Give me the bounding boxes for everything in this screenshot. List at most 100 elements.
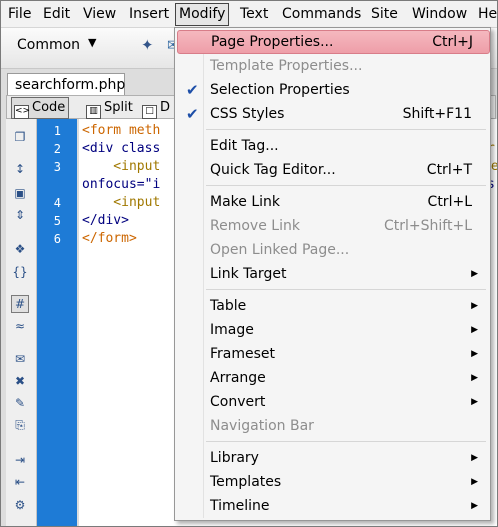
line-numbers-icon[interactable]: # xyxy=(11,295,29,313)
menu-item-shortcut: Ctrl+J xyxy=(432,34,473,50)
menu-item-table[interactable]: Table ▶ xyxy=(177,294,488,318)
design-view-icon: □ xyxy=(142,105,157,119)
menu-item-templates[interactable]: Templates ▶ xyxy=(177,470,488,494)
menu-item-edit-tag[interactable]: Edit Tag... xyxy=(177,134,488,158)
submenu-arrow-icon: ▶ xyxy=(471,397,478,407)
select-parent-tag-icon[interactable]: ❖ xyxy=(12,241,28,257)
balance-braces-icon[interactable]: {} xyxy=(12,264,28,280)
code-line[interactable]: <form meth xyxy=(82,122,160,140)
menu-item-navigation-bar[interactable]: Navigation Bar xyxy=(177,414,488,438)
code-line[interactable]: <input xyxy=(82,194,160,212)
submenu-arrow-icon: ▶ xyxy=(471,501,478,511)
menu-item-arrange[interactable]: Arrange ▶ xyxy=(177,366,488,390)
menu-separator xyxy=(206,441,486,442)
menu-file[interactable]: File xyxy=(5,4,34,25)
collapse-tag-icon[interactable]: ↕ xyxy=(12,161,28,177)
coding-toolbar: ❐ ↕ ▣ ⇕ ❖ {} # ≈ ✉ ✖ ✎ ⎘ ⇥ ⇤ ⚙ xyxy=(6,119,37,526)
menu-item-convert[interactable]: Convert ▶ xyxy=(177,390,488,414)
menu-item-image[interactable]: Image ▶ xyxy=(177,318,488,342)
menu-item-link-target[interactable]: Link Target ▶ xyxy=(177,262,488,286)
menu-item-quick-tag-editor[interactable]: Quick Tag Editor... Ctrl+T xyxy=(177,158,488,182)
collapse-selection-icon[interactable]: ▣ xyxy=(12,185,28,201)
submenu-arrow-icon: ▶ xyxy=(471,453,478,463)
menu-modify[interactable]: Modify xyxy=(175,3,230,26)
menu-item-timeline[interactable]: Timeline ▶ xyxy=(177,494,488,518)
split-view-button[interactable]: ▥ Split xyxy=(83,97,137,119)
code-line[interactable]: </div> xyxy=(82,212,129,230)
apply-comment-icon[interactable]: ✉ xyxy=(12,351,28,367)
menu-item-label: Image xyxy=(210,322,254,338)
expand-all-icon[interactable]: ⇕ xyxy=(12,207,28,223)
code-line[interactable]: <div class xyxy=(82,140,160,158)
menu-item-label: Edit Tag... xyxy=(210,138,279,154)
checkmark-icon: ✔ xyxy=(186,105,199,123)
submenu-arrow-icon: ▶ xyxy=(471,477,478,487)
split-view-label: Split xyxy=(104,100,133,115)
hyperlink-icon[interactable]: ✦ xyxy=(141,36,154,54)
menu-text[interactable]: Text xyxy=(237,4,271,25)
menu-item-page-properties[interactable]: Page Properties... Ctrl+J xyxy=(177,30,490,54)
menu-item-label: Selection Properties xyxy=(210,82,350,98)
category-dropdown-icon[interactable]: ▼ xyxy=(88,36,96,49)
format-source-icon[interactable]: ⚙ xyxy=(12,497,28,513)
menu-item-label: CSS Styles xyxy=(210,106,285,122)
menu-window[interactable]: Window xyxy=(409,4,470,25)
indent-code-icon[interactable]: ⇥ xyxy=(12,452,28,468)
menu-item-label: Navigation Bar xyxy=(210,418,314,434)
line-number: 2 xyxy=(53,142,61,156)
menu-item-frameset[interactable]: Frameset ▶ xyxy=(177,342,488,366)
code-line[interactable]: <input xyxy=(82,158,160,176)
code-view-icon: <> xyxy=(14,105,30,119)
submenu-arrow-icon: ▶ xyxy=(471,325,478,335)
menu-item-label: Templates xyxy=(210,474,282,490)
menu-item-label: Timeline xyxy=(210,498,270,514)
menu-item-make-link[interactable]: Make Link Ctrl+L xyxy=(177,190,488,214)
submenu-arrow-icon: ▶ xyxy=(471,373,478,383)
menu-edit[interactable]: Edit xyxy=(40,4,73,25)
submenu-arrow-icon: ▶ xyxy=(471,269,478,279)
code-line[interactable]: </form> xyxy=(82,230,137,248)
menu-item-open-linked-page[interactable]: Open Linked Page... xyxy=(177,238,488,262)
line-number: 1 xyxy=(53,124,61,138)
recent-snippets-icon[interactable]: ⎘ xyxy=(12,417,28,433)
menu-item-shortcut: Ctrl+T xyxy=(426,162,472,178)
menu-item-label: Arrange xyxy=(210,370,266,386)
menu-insert[interactable]: Insert xyxy=(126,4,172,25)
menu-item-label: Template Properties... xyxy=(210,58,363,74)
line-number: 5 xyxy=(53,214,61,228)
menu-item-label: Make Link xyxy=(210,194,280,210)
line-number: 6 xyxy=(53,232,61,246)
code-view-button[interactable]: <> Code xyxy=(11,97,70,119)
menu-separator xyxy=(206,185,486,186)
outdent-code-icon[interactable]: ⇤ xyxy=(12,474,28,490)
menu-item-library[interactable]: Library ▶ xyxy=(177,446,488,470)
wrap-tag-icon[interactable]: ✎ xyxy=(12,395,28,411)
line-number: 4 xyxy=(53,196,61,210)
highlight-invalid-code-icon[interactable]: ≈ xyxy=(12,318,28,334)
menu-item-template-properties[interactable]: Template Properties... xyxy=(177,54,488,78)
remove-comment-icon[interactable]: ✖ xyxy=(12,373,28,389)
menu-site[interactable]: Site xyxy=(368,4,401,25)
menu-item-label: Link Target xyxy=(210,266,287,282)
menu-item-label: Frameset xyxy=(210,346,276,362)
menu-item-shortcut: Ctrl+Shift+L xyxy=(384,218,472,234)
design-view-button[interactable]: □ D xyxy=(139,97,174,119)
menu-commands[interactable]: Commands xyxy=(279,4,364,25)
menu-item-label: Convert xyxy=(210,394,266,410)
checkmark-icon: ✔ xyxy=(186,81,199,99)
menu-item-css-styles[interactable]: ✔ CSS Styles Shift+F11 xyxy=(177,102,488,126)
menu-item-selection-properties[interactable]: ✔ Selection Properties xyxy=(177,78,488,102)
menu-separator xyxy=(206,289,486,290)
insert-category-label[interactable]: Common xyxy=(17,37,80,53)
code-line[interactable]: onfocus="i xyxy=(82,176,160,194)
document-tab[interactable]: searchform.php xyxy=(7,73,125,95)
line-number: 3 xyxy=(53,160,61,174)
menu-help[interactable]: He xyxy=(475,4,497,25)
menu-item-remove-link[interactable]: Remove Link Ctrl+Shift+L xyxy=(177,214,488,238)
menu-bar: File Edit View Insert Modify Text Comman… xyxy=(1,1,497,28)
menu-item-label: Page Properties... xyxy=(211,34,334,50)
menu-view[interactable]: View xyxy=(80,4,119,25)
menu-item-label: Table xyxy=(210,298,247,314)
open-documents-icon[interactable]: ❐ xyxy=(12,129,28,145)
menu-item-label: Quick Tag Editor... xyxy=(210,162,336,178)
